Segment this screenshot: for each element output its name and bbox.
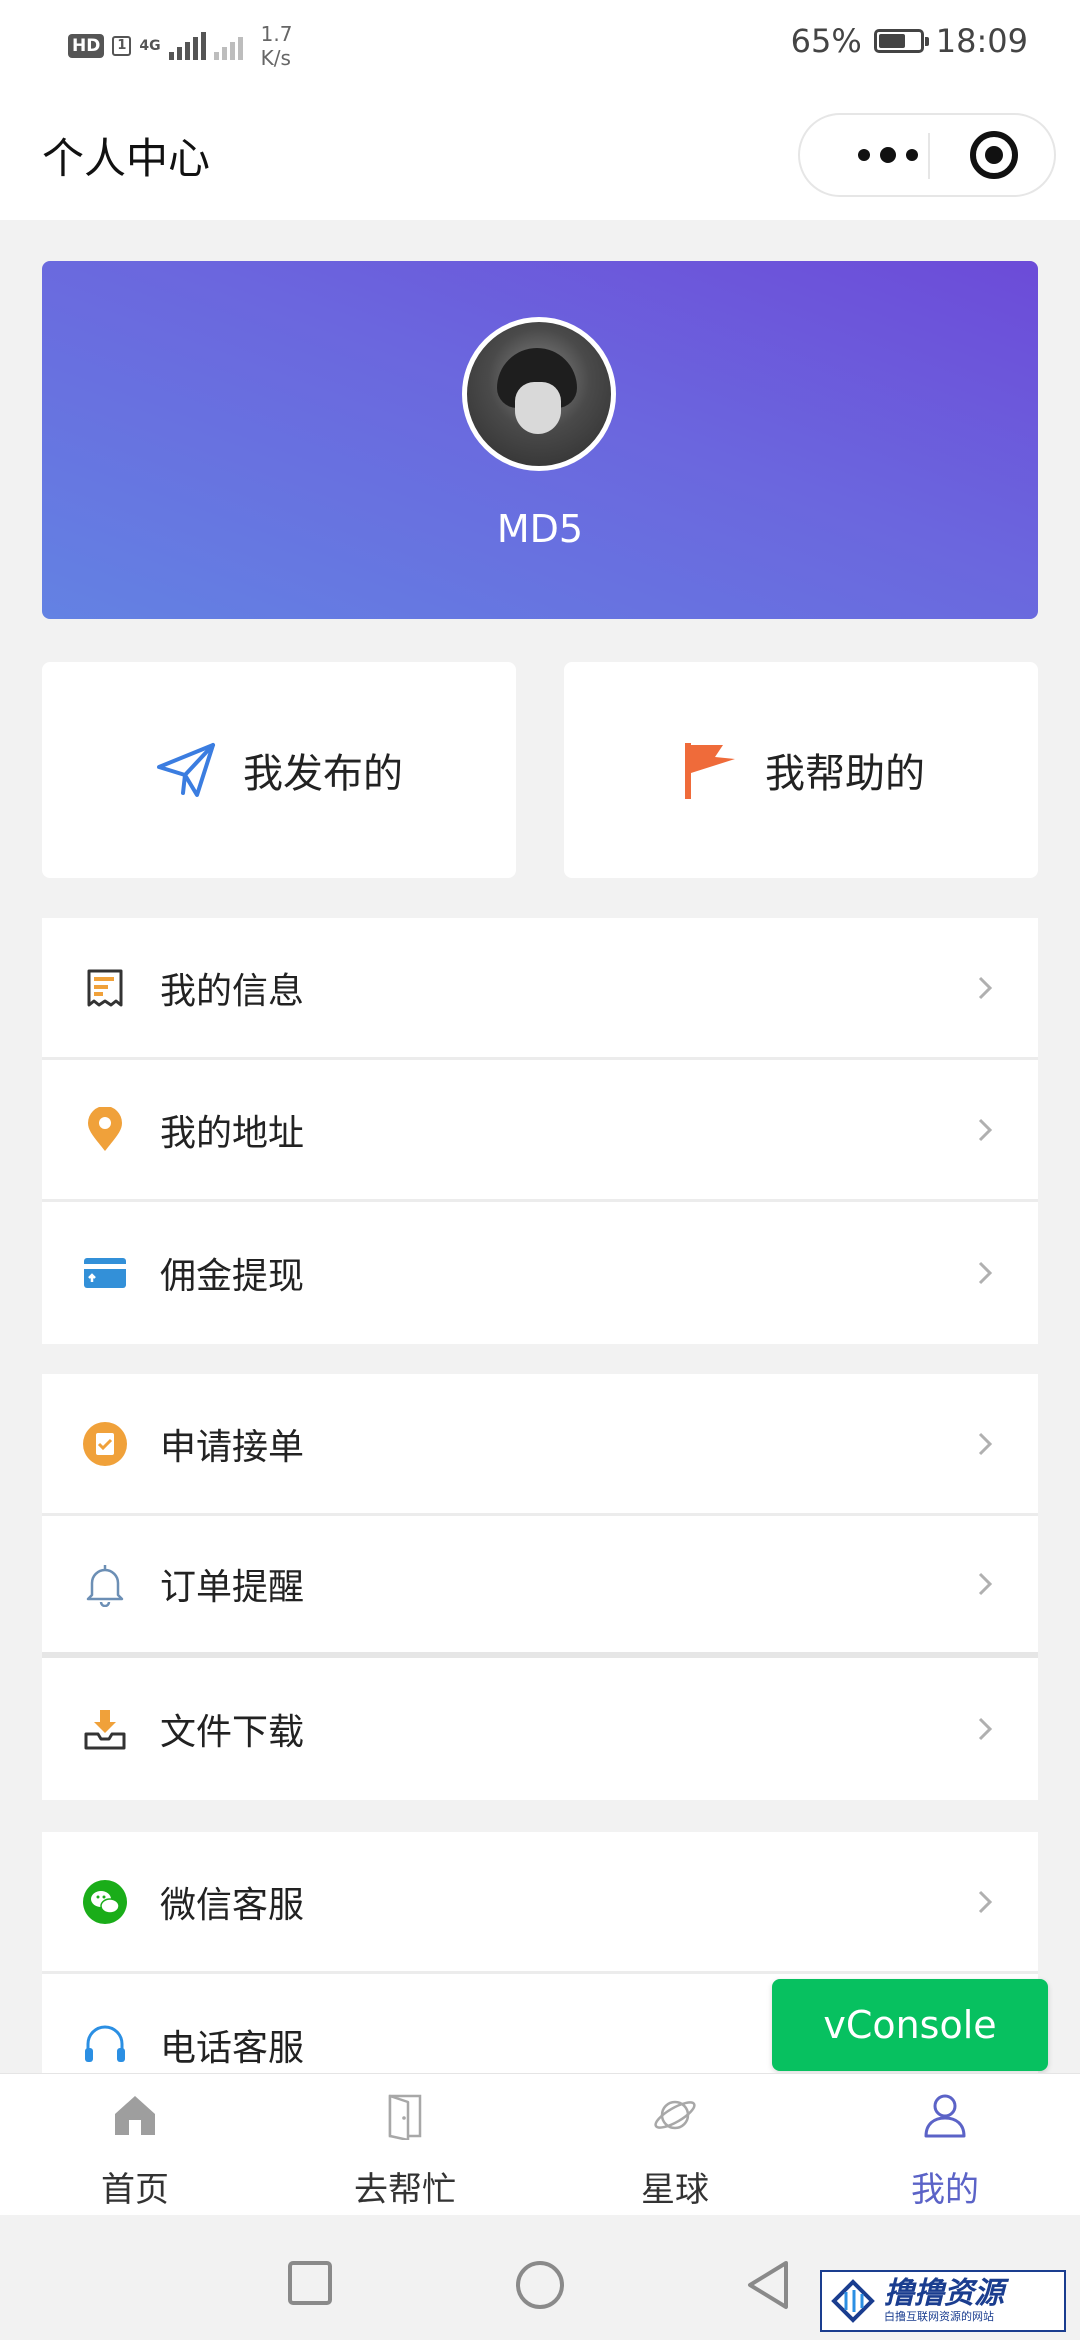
my-published-label: 我发布的 [243,751,403,797]
menu-item-label: 订单提醒 [160,1567,305,1608]
tab-label: 星球 [641,2170,709,2210]
chevron-right-icon [978,1432,993,1455]
user-icon [924,2094,966,2138]
menu-item-order-reminder[interactable]: 订单提醒 [42,1516,1038,1658]
menu-item-commission-withdraw[interactable]: 佣金提现 [42,1202,1038,1344]
door-icon [388,2094,422,2140]
speed-unit: K/s [260,46,291,70]
watermark-subtitle: 白撸互联网资源的网站 [884,2310,994,2323]
bell-icon [86,1565,124,1607]
flag-icon [685,743,735,799]
tab-planet[interactable]: 星球 [540,2074,810,2216]
hd-badge: HD [68,34,105,58]
menu-item-my-address[interactable]: 我的地址 [42,1060,1038,1202]
signal-icon [168,32,206,60]
chevron-right-icon [978,1261,993,1285]
recent-apps-icon[interactable] [286,2259,334,2307]
battery-icon [873,29,929,53]
mini-program-capsule [798,113,1056,197]
menu-item-label: 微信客服 [160,1884,305,1926]
watermark-logo: 撸撸资源 白撸互联网资源的网站 [820,2270,1066,2332]
location-pin-icon [88,1106,122,1151]
menu-item-label: 我的地址 [160,1112,305,1154]
clipboard-check-icon [83,1421,127,1466]
menu-group-account: 我的信息 我的地址 佣金提现 [42,918,1038,1344]
network-speed: 1.7 K/s [261,22,293,70]
headset-icon [85,2025,125,2062]
wechat-icon [83,1879,127,1924]
nav-header: 个人中心 [0,95,1080,220]
clock: 18:09 [935,22,1028,60]
tab-mine[interactable]: 我的 [810,2074,1080,2216]
menu-item-label: 我的信息 [160,970,305,1012]
status-left: HD 1 4G 1.7 K/s [68,22,292,70]
system-nav-bar: 撸撸资源 白撸互联网资源的网站 [0,2215,1080,2340]
back-triangle-icon[interactable] [744,2259,792,2311]
sim-badge: 1 [112,36,132,56]
page-title: 个人中心 [42,134,211,183]
chevron-right-icon [978,1890,993,1913]
home-icon [115,2096,155,2135]
capsule-divider [928,133,930,179]
status-bar: HD 1 4G 1.7 K/s 65% 18:09 [0,0,1080,95]
card-icon [84,1258,126,1288]
menu-item-wechat-service[interactable]: 微信客服 [42,1832,1038,1974]
menu-item-file-download[interactable]: 文件下载 [42,1658,1038,1800]
tab-help[interactable]: 去帮忙 [270,2074,540,2216]
speed-value: 1.7 [260,22,293,46]
vconsole-button[interactable]: vConsole [772,1979,1048,2071]
profile-card: MD5 [42,261,1038,619]
signal-secondary-icon [213,32,243,60]
download-tray-icon [84,1710,126,1750]
tab-home[interactable]: 首页 [0,2074,270,2216]
tab-label: 首页 [101,2170,169,2210]
menu-item-label: 文件下载 [160,1712,305,1753]
close-miniprogram-icon[interactable] [970,131,1018,179]
network-type: 4G [139,38,161,54]
username: MD5 [496,507,584,551]
menu-item-my-info[interactable]: 我的信息 [42,918,1038,1060]
my-helped-button[interactable]: 我帮助的 [564,662,1038,878]
tab-label: 去帮忙 [354,2170,456,2210]
planet-icon [654,2100,696,2130]
tab-label: 我的 [911,2170,979,2210]
menu-item-label: 佣金提现 [160,1256,305,1297]
chevron-right-icon [978,1572,993,1596]
my-published-button[interactable]: 我发布的 [42,662,516,878]
avatar[interactable] [462,317,616,471]
more-icon[interactable] [838,115,938,195]
chevron-right-icon [978,1717,993,1741]
tab-bar: 首页 去帮忙 星球 我的 [0,2073,1080,2216]
chevron-right-icon [978,1118,993,1141]
chevron-right-icon [978,976,993,999]
menu-group-orders: 申请接单 订单提醒 文件下载 [42,1374,1038,1800]
menu-item-apply-orders[interactable]: 申请接单 [42,1374,1038,1516]
battery-percent: 65% [790,22,862,60]
watermark-title: 撸撸资源 [884,2276,1004,2311]
home-circle-icon[interactable] [514,2259,566,2311]
menu-item-label: 申请接单 [160,1426,305,1468]
receipt-icon [87,969,123,1006]
menu-item-label: 电话客服 [160,2028,305,2069]
paper-plane-icon [157,743,215,797]
watermark-icon [831,2279,875,2323]
status-right: 65% 18:09 [791,22,1028,60]
my-helped-label: 我帮助的 [765,751,925,797]
